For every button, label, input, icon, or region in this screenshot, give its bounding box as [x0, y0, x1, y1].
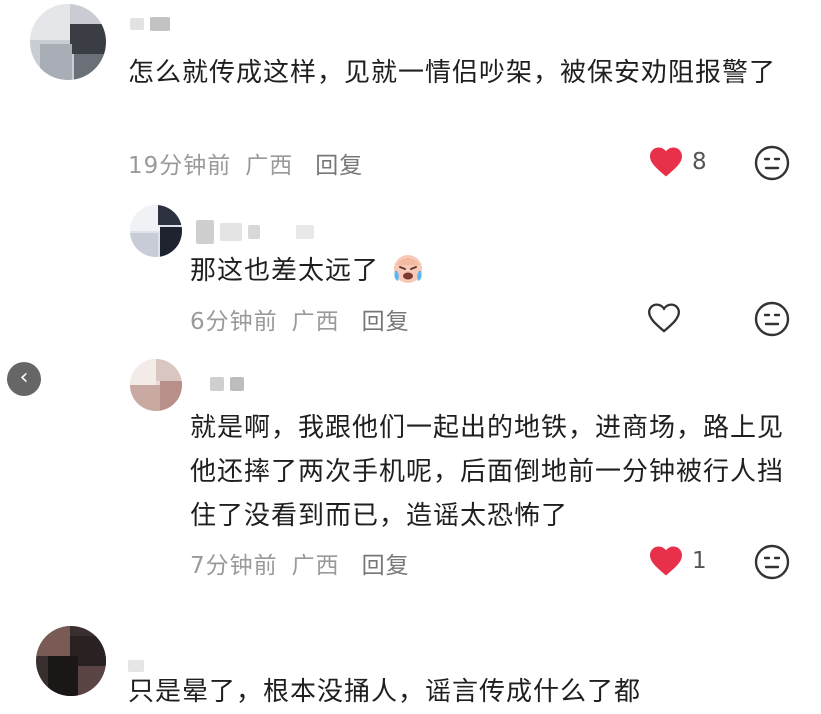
avatar[interactable] [30, 4, 106, 80]
heart-filled-icon [650, 546, 682, 576]
back-button[interactable]: ‹ [7, 362, 41, 396]
avatar[interactable] [130, 205, 182, 257]
heart-filled-icon [650, 147, 682, 177]
comment-time: 19分钟前 [128, 153, 232, 179]
like-count: 1 [692, 548, 707, 574]
comment-text: 就是啊，我跟他们一起出的地铁，进商场，路上见他还摔了两次手机呢，后面倒地前一分钟… [190, 413, 785, 531]
emoji-reaction-icon[interactable] [754, 544, 790, 580]
emoji-reaction-icon[interactable] [754, 301, 790, 337]
reply-button[interactable]: 回复 [315, 146, 363, 180]
username-blurred [210, 377, 244, 391]
avatar[interactable] [36, 626, 106, 696]
comment-location: 广西 [291, 309, 340, 335]
avatar[interactable] [130, 359, 182, 411]
comment-location: 广西 [291, 553, 340, 579]
comment-meta: 7分钟前 广西 回复 [190, 546, 410, 580]
comment-location: 广西 [245, 153, 294, 179]
reply-button[interactable]: 回复 [362, 546, 410, 580]
comment-text: 怎么就传成这样，见就一情侣吵架，被保安劝阻报警了 [128, 58, 777, 88]
comment-meta: 6分钟前 广西 回复 [190, 302, 410, 336]
username-blurred [196, 220, 314, 244]
comment-meta: 19分钟前 广西 回复 [128, 146, 363, 180]
like-button[interactable]: 1 [648, 545, 707, 577]
comment-time: 6分钟前 [190, 309, 278, 335]
comment-time: 7分钟前 [190, 553, 278, 579]
comment-text-content: 那这也差太远了 [190, 256, 380, 286]
emoji-reaction-icon[interactable] [754, 145, 790, 181]
crying-laughing-emoji-icon [394, 255, 423, 283]
comment-text: 那这也差太远了 [190, 249, 730, 293]
like-button[interactable]: 8 [648, 146, 707, 178]
reply-button[interactable]: 回复 [362, 302, 410, 336]
like-count: 8 [692, 149, 707, 175]
comment-text: 只是晕了，根本没捅人，谣言传成什么了都 [128, 677, 642, 707]
username-blurred [130, 17, 170, 31]
heart-outline-icon[interactable] [646, 302, 682, 334]
